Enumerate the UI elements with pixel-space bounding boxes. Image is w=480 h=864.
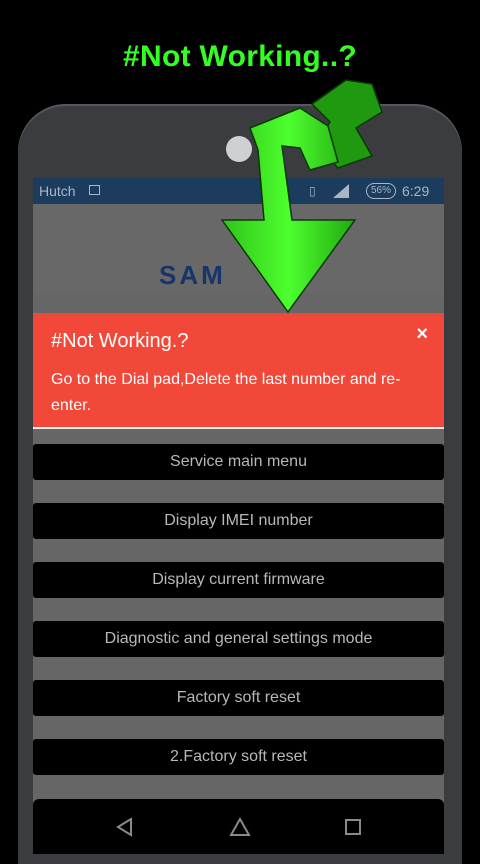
status-bar: Hutch ▯ 56% 6:29 <box>33 178 444 204</box>
headline-text: #Not Working..? <box>123 40 357 73</box>
popup-title: #Not Working.? <box>51 330 189 352</box>
navigation-bar <box>33 799 444 854</box>
menu-item-display-imei[interactable]: Display IMEI number <box>33 503 444 539</box>
signal-icon <box>333 184 349 198</box>
recents-icon <box>345 819 361 835</box>
vibrate-icon: ▯ <box>309 184 316 198</box>
clock: 6:29 <box>402 183 430 199</box>
recents-button[interactable] <box>323 799 383 854</box>
info-popup: #Not Working.? × Go to the Dial pad,Dele… <box>33 313 444 427</box>
battery-indicator: 56% <box>366 183 397 199</box>
back-icon <box>116 817 132 837</box>
menu-item-diagnostic-settings[interactable]: Diagnostic and general settings mode <box>33 621 444 657</box>
app-header: SAM <box>33 204 444 294</box>
menu-item-factory-soft-reset-2[interactable]: 2.Factory soft reset <box>33 739 444 775</box>
home-icon <box>229 817 251 836</box>
carrier-name: Hutch <box>39 183 76 199</box>
image-notification-icon <box>89 185 100 195</box>
menu-item-display-firmware[interactable]: Display current firmware <box>33 562 444 598</box>
back-button[interactable] <box>95 799 155 854</box>
menu-item-factory-soft-reset[interactable]: Factory soft reset <box>33 680 444 716</box>
popup-divider <box>33 427 444 429</box>
camera-icon <box>226 136 252 162</box>
brand-logo: SAM <box>159 260 226 290</box>
close-icon[interactable]: × <box>416 323 428 346</box>
home-button[interactable] <box>209 799 269 854</box>
popup-message: Go to the Dial pad,Delete the last numbe… <box>51 371 401 414</box>
menu-item-service-main-menu[interactable]: Service main menu <box>33 444 444 480</box>
